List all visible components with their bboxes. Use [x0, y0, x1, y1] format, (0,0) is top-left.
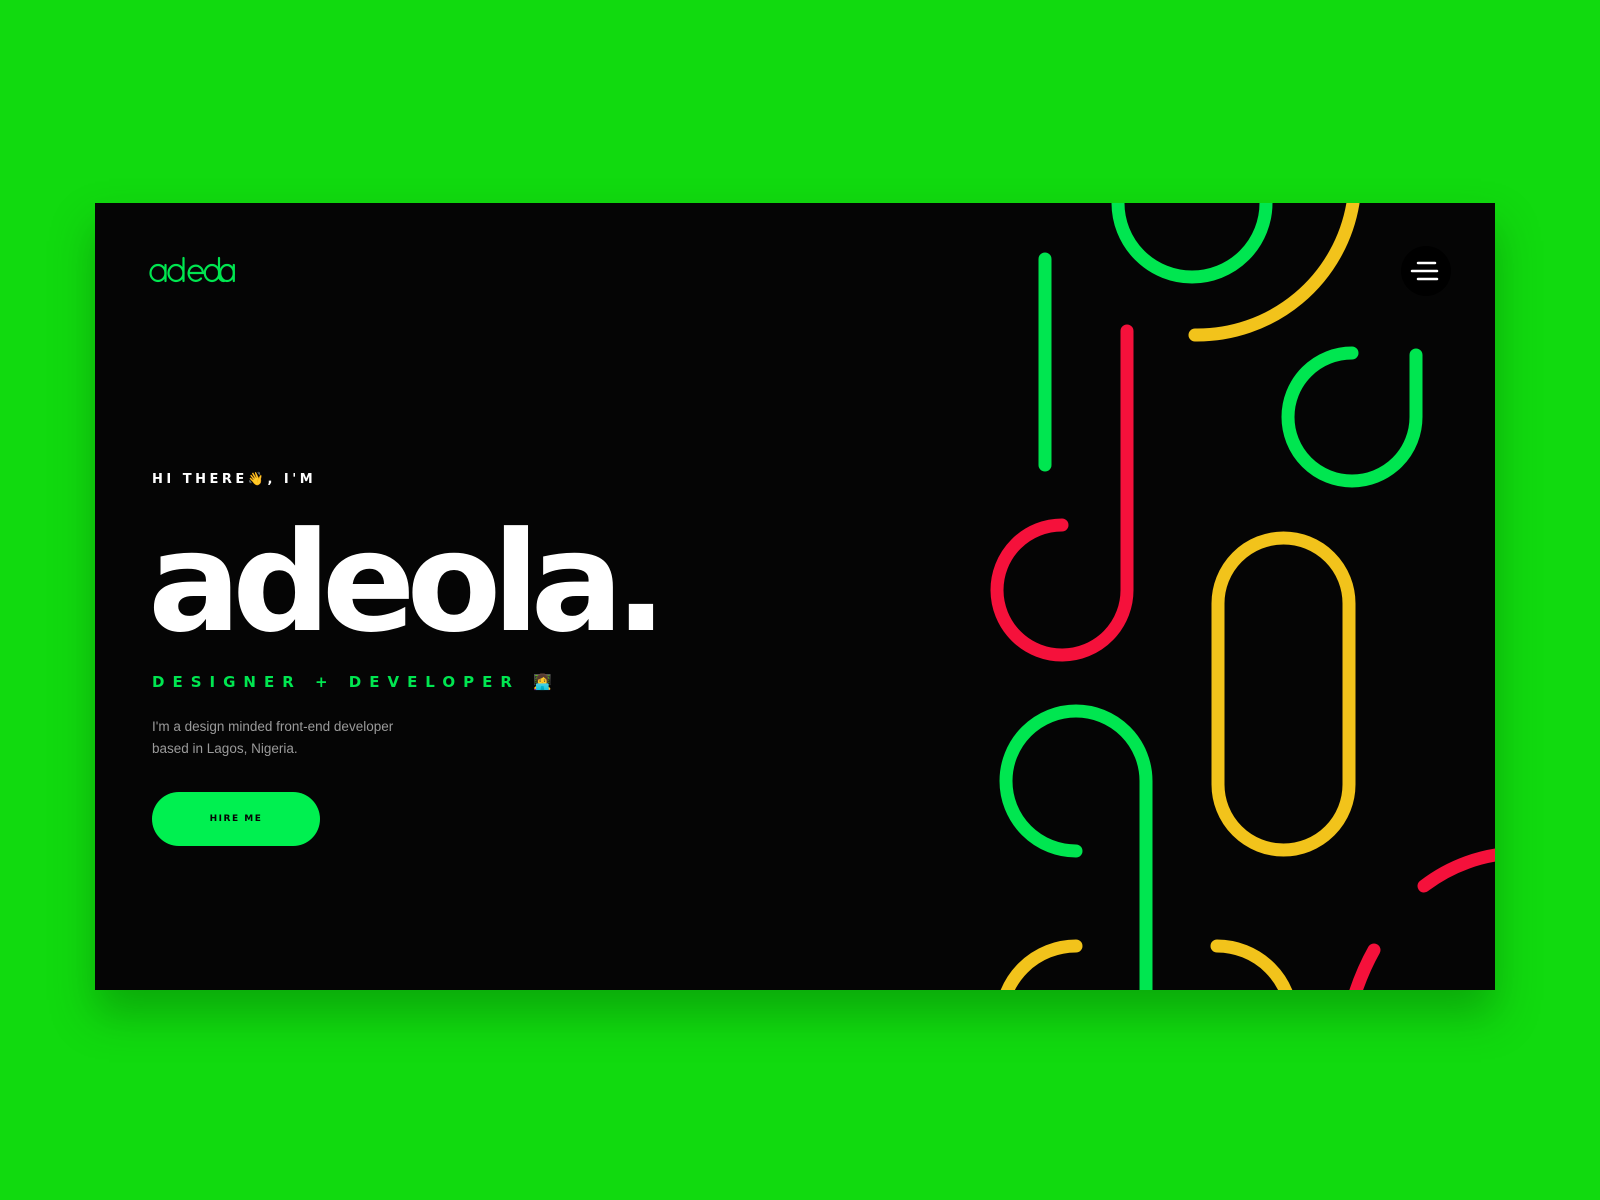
- hire-me-button[interactable]: HIRE ME: [152, 792, 320, 846]
- red-arc-bottom-right: [1417, 848, 1495, 893]
- yellow-pill: [1211, 531, 1356, 857]
- role-tagline: DESIGNER + DEVELOPER 👩‍💻: [152, 673, 560, 691]
- yellow-arc-bottom-left: [1000, 939, 1083, 990]
- bio-text: I'm a design minded front-end developer …: [152, 719, 394, 756]
- red-arc-bottom: [1349, 943, 1381, 990]
- hamburger-menu-icon: [1410, 261, 1439, 281]
- logo[interactable]: adeola: [149, 255, 235, 283]
- yellow-arc-bottom-right: [1210, 939, 1293, 990]
- greeting-text: HI THERE👋, I'M: [152, 472, 317, 487]
- menu-button[interactable]: [1401, 246, 1451, 296]
- green-arc-top: [1111, 203, 1273, 284]
- hero-name: adeola.: [148, 502, 667, 663]
- red-hook: [990, 324, 1134, 662]
- green-hook-right: [1281, 346, 1423, 488]
